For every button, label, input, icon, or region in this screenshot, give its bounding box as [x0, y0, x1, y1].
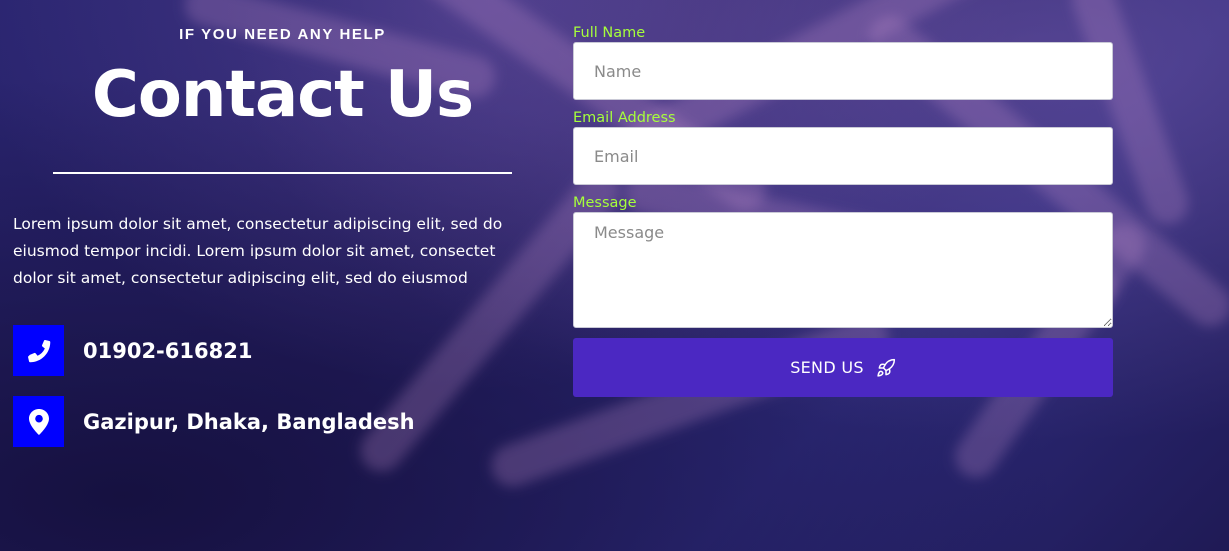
email-input[interactable]: [573, 127, 1113, 185]
phone-row: 01902-616821: [13, 325, 252, 376]
send-button[interactable]: SEND US: [573, 338, 1113, 397]
message-textarea[interactable]: [573, 212, 1113, 328]
phone-number: 01902-616821: [83, 338, 253, 363]
phone-icon: [13, 325, 64, 376]
message-label: Message: [573, 195, 637, 211]
title-divider: [53, 172, 512, 174]
rocket-icon: [876, 358, 896, 378]
intro-paragraph: Lorem ipsum dolor sit amet, consectetur …: [13, 215, 503, 287]
map-marker-icon: [13, 396, 64, 447]
page-title: Contact Us: [91, 58, 474, 132]
full-name-label: Full Name: [573, 25, 646, 41]
eyebrow-text: IF YOU NEED ANY HELP: [179, 26, 386, 43]
address-row: Gazipur, Dhaka, Bangladesh: [13, 396, 415, 447]
email-label: Email Address: [573, 110, 676, 126]
send-button-label: SEND US: [790, 358, 864, 377]
name-input[interactable]: [573, 42, 1113, 100]
address-text: Gazipur, Dhaka, Bangladesh: [83, 409, 415, 434]
